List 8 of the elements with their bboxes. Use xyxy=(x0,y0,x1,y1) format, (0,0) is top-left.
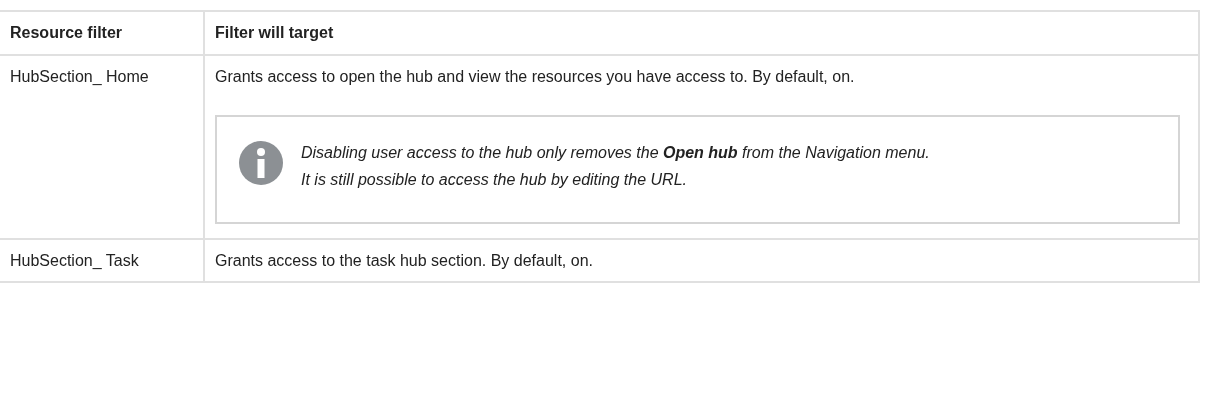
table-cell: HubSection_ Home xyxy=(0,54,204,239)
info-icon xyxy=(239,141,283,186)
description-text: Grants access to the task hub section. By default, on. xyxy=(215,250,593,271)
column-header: Resource filter xyxy=(0,11,204,55)
description-text: Grants access to open the hub and view the resources you have access to. By default, on. xyxy=(215,66,855,87)
table-cell: HubSection_ Task xyxy=(0,238,204,283)
note-text: Disabling user access to the hub only removes the Open hub from the Navigation menu. It is still possible to access the hub by editing the URL. xyxy=(301,143,931,191)
column-header: Filter will target xyxy=(204,11,1199,55)
